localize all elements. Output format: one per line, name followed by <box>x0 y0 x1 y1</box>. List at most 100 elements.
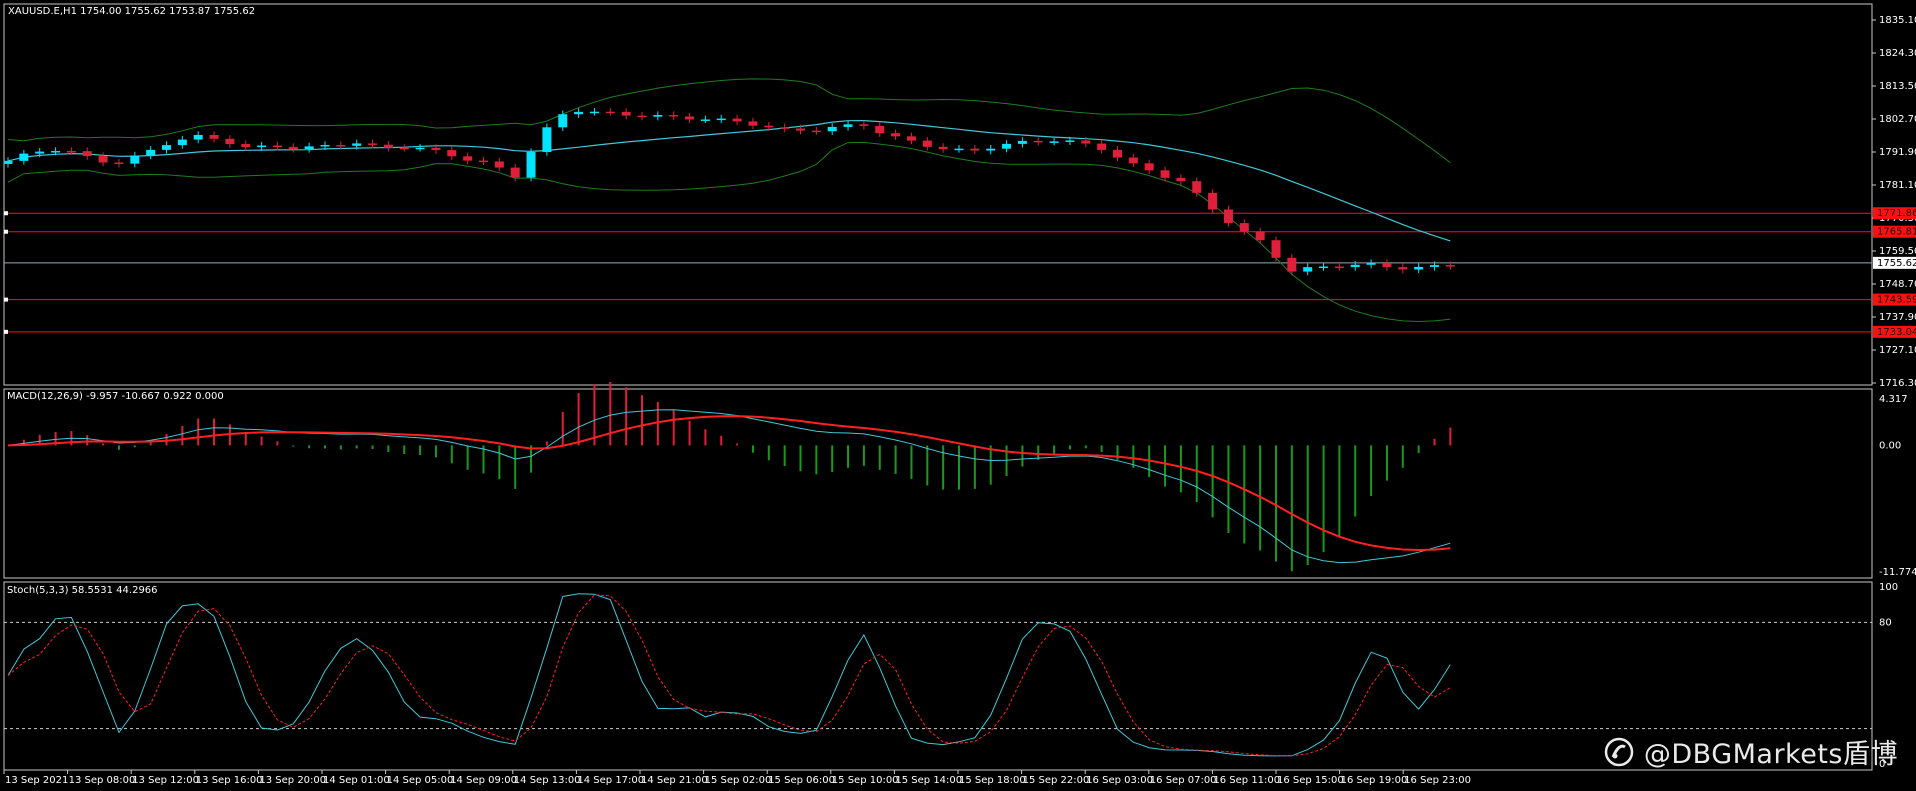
macd-tick-label: 0.00 <box>1879 440 1901 451</box>
candle-body <box>241 144 251 148</box>
candle-body <box>1366 263 1376 265</box>
candle-body <box>796 128 805 131</box>
candle-body <box>938 146 948 150</box>
candle-body <box>494 161 504 168</box>
candle-body <box>35 151 45 154</box>
candle-body <box>1017 140 1027 144</box>
time-tick-label: 16 Sep 23:00 <box>1404 775 1471 786</box>
level-price-label: 1765.81 <box>1877 227 1916 238</box>
macd-tick-label: 4.317 <box>1879 394 1908 405</box>
candle-body <box>906 136 916 141</box>
candle-body <box>352 143 362 146</box>
candle-body <box>748 121 758 126</box>
time-tick-label: 15 Sep 14:00 <box>895 775 962 786</box>
time-tick-label: 15 Sep 22:00 <box>1023 775 1090 786</box>
candle-body <box>225 138 235 145</box>
candle-body <box>114 162 124 165</box>
price-tick-label: 1727.10 <box>1879 345 1916 356</box>
candle-body <box>986 148 996 151</box>
time-tick-label: 14 Sep 09:00 <box>450 775 517 786</box>
level-price-label: 1733.04 <box>1877 327 1916 338</box>
time-tick-label: 14 Sep 13:00 <box>514 775 581 786</box>
time-tick-label: 16 Sep 11:00 <box>1213 775 1280 786</box>
time-tick-label: 16 Sep 19:00 <box>1341 775 1408 786</box>
candle-body <box>637 115 647 118</box>
price-tick-label: 1716.30 <box>1879 378 1916 389</box>
price-tick-label: 1791.90 <box>1879 147 1916 158</box>
candle-body <box>1113 149 1122 158</box>
candle-body <box>970 148 980 151</box>
candle-body <box>1239 223 1249 232</box>
stoch-tick-label: 80 <box>1879 617 1892 628</box>
candle-body <box>336 145 346 147</box>
watermark-text: @DBGMarkets盾博 <box>1643 739 1898 770</box>
candle-body <box>399 147 409 150</box>
symbol-label: XAUUSD.E,H1 1754.00 1755.62 1753.87 1755… <box>8 6 255 17</box>
candle-body <box>827 126 837 132</box>
stoch-panel-frame <box>3 581 1873 771</box>
price-tick-label: 1759.50 <box>1879 246 1916 257</box>
candle-body <box>146 149 156 156</box>
candle-body <box>209 134 219 139</box>
time-tick-label: 13 Sep 08:00 <box>69 775 136 786</box>
candle-body <box>431 147 441 151</box>
candle-body <box>19 153 29 161</box>
trading-chart[interactable]: 1835.10 1824.30 1813.50 1802.70 1791.90 1781.… <box>0 0 1916 791</box>
candle-body <box>526 152 536 178</box>
candle-body <box>1160 170 1170 178</box>
price-tick-label: 1835.10 <box>1879 15 1916 26</box>
candle-body <box>1176 177 1186 182</box>
candle-body <box>732 118 742 122</box>
candle-body <box>257 145 267 148</box>
candle-body <box>82 151 92 157</box>
candle-body <box>479 160 488 163</box>
time-tick-label: 14 Sep 21:00 <box>641 775 708 786</box>
candle-body <box>162 145 171 150</box>
candle-body <box>98 156 108 163</box>
candle-body <box>1303 267 1313 272</box>
time-tick-label: 15 Sep 06:00 <box>768 775 835 786</box>
time-tick-label: 15 Sep 02:00 <box>705 775 772 786</box>
candle-body <box>605 111 615 114</box>
candle-body <box>1398 267 1408 270</box>
candle-body <box>1208 192 1218 210</box>
candle-body <box>875 125 885 134</box>
candle-body <box>542 127 552 153</box>
candle-body <box>1287 257 1297 272</box>
candle-body <box>1002 143 1012 149</box>
candle-body <box>700 119 710 121</box>
candle-body <box>669 115 679 117</box>
candle-body <box>177 139 187 146</box>
candle-body <box>383 144 393 148</box>
time-tick-label: 16 Sep 15:00 <box>1277 775 1344 786</box>
candle-body <box>1445 265 1455 267</box>
candle-body <box>1271 240 1281 258</box>
candle-body <box>1065 140 1075 142</box>
candle-body <box>1081 140 1091 144</box>
candle-body <box>368 143 378 145</box>
candle-body <box>1334 266 1344 269</box>
chart-panels <box>3 3 1873 771</box>
candle-body <box>1192 181 1202 193</box>
candle-body <box>780 127 790 129</box>
candle-body <box>66 151 76 153</box>
candle-body <box>1255 231 1265 241</box>
candle-body <box>1350 264 1360 268</box>
candle-body <box>1033 140 1043 143</box>
candle-body <box>3 160 13 164</box>
candle-body <box>193 134 203 140</box>
candle-body <box>589 111 599 114</box>
stoch-tick-label: 100 <box>1879 582 1898 593</box>
price-panel-frame <box>3 3 1873 386</box>
macd-panel-frame <box>3 388 1873 579</box>
candle-body <box>859 124 869 126</box>
price-tick-label: 1748.70 <box>1879 279 1916 290</box>
stoch-label: Stoch(5,3,3) 58.5531 44.2966 <box>7 585 158 596</box>
candle-body <box>685 116 695 120</box>
candle-body <box>288 146 298 150</box>
candle-body <box>558 114 568 128</box>
candle-body <box>843 124 853 127</box>
time-tick-label: 13 Sep 2021 <box>5 775 68 786</box>
candle-body <box>891 133 901 137</box>
current-price-label: 1755.62 <box>1877 258 1916 269</box>
